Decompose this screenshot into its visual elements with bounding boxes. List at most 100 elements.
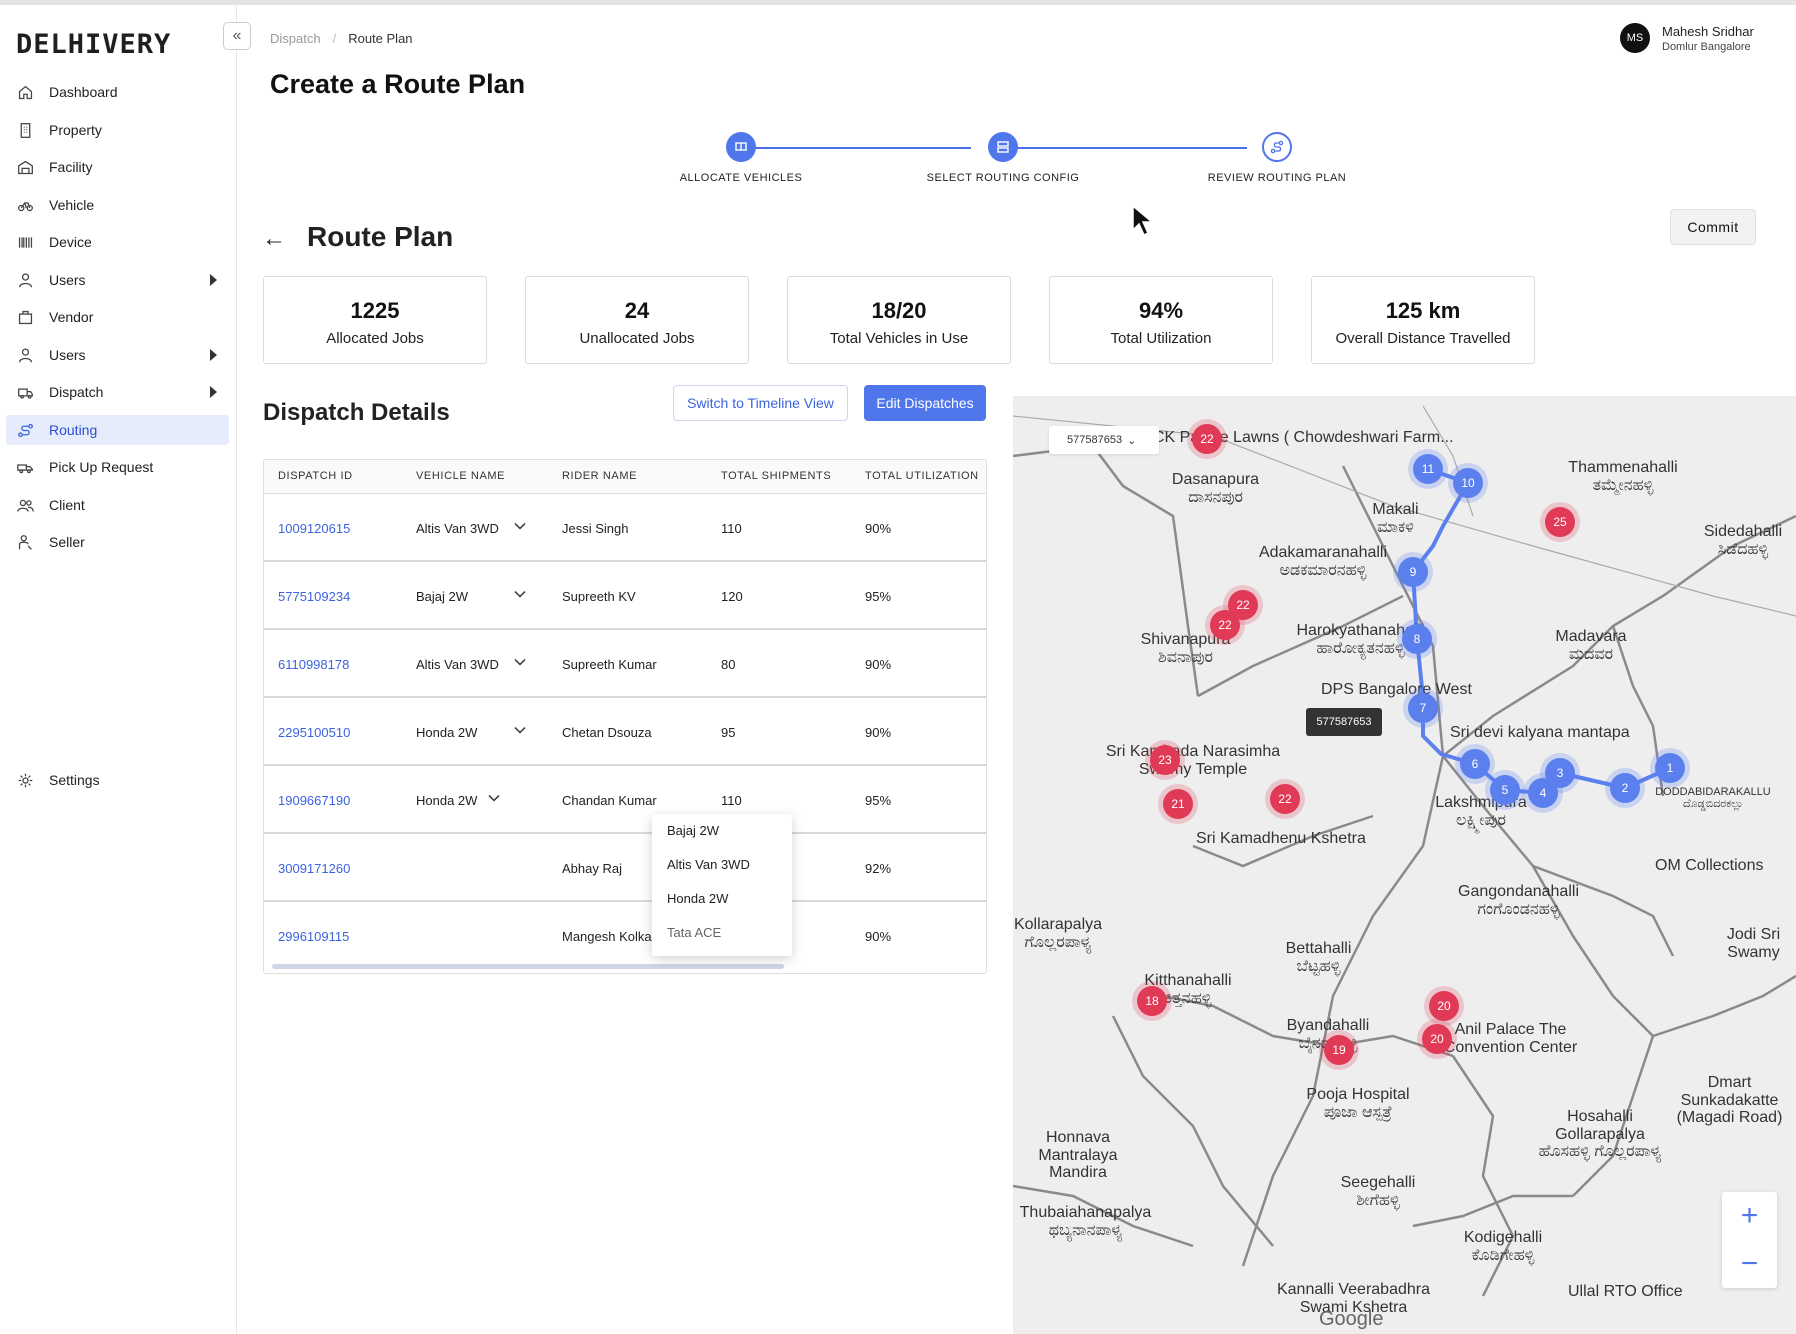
sidebar-item-users-2[interactable]: Users xyxy=(6,340,229,370)
collapse-sidebar-button[interactable]: « xyxy=(223,22,251,50)
step-select-routing-config[interactable]: SELECT ROUTING CONFIG xyxy=(903,132,1103,184)
step-allocate-vehicles[interactable]: ALLOCATE VEHICLES xyxy=(641,132,841,184)
cluster-marker[interactable]: 20 xyxy=(1429,991,1459,1021)
sidebar-item-label: Device xyxy=(49,234,92,250)
cluster-marker[interactable]: 19 xyxy=(1324,1035,1354,1065)
zoom-in-button[interactable]: + xyxy=(1722,1192,1777,1240)
table-row: 3009171260 Abhay Raj 120 92% xyxy=(264,834,986,902)
column-header[interactable]: TOTAL UTILIZATION xyxy=(865,470,979,482)
home-icon xyxy=(16,83,34,101)
seller-icon xyxy=(16,533,34,551)
cluster-marker[interactable]: 22 xyxy=(1192,424,1222,454)
dropdown-option[interactable]: Bajaj 2W xyxy=(652,814,792,848)
map-place-label: Makali ಮಾಕಳಿ xyxy=(1372,501,1419,536)
chevron-down-icon[interactable] xyxy=(514,656,526,668)
route-stop-marker[interactable]: 4 xyxy=(1528,778,1558,808)
sidebar-item-property[interactable]: Property xyxy=(6,115,229,145)
edit-dispatches-button[interactable]: Edit Dispatches xyxy=(864,385,986,421)
back-arrow-icon[interactable]: ← xyxy=(262,225,286,253)
route-map[interactable]: CK Palace Lawns ( Chowdeshwari Farm... D… xyxy=(1013,396,1796,1334)
route-stop-marker[interactable]: 11 xyxy=(1413,454,1443,484)
dropdown-option[interactable]: Honda 2W xyxy=(652,882,792,916)
chevron-down-icon[interactable] xyxy=(514,588,526,600)
map-place-label: Kollarapalya ಗೊಲ್ಲರಪಾಳ್ಯ xyxy=(1013,916,1103,951)
column-header[interactable]: RIDER NAME xyxy=(562,470,637,482)
map-place-label: OM Collections xyxy=(1655,857,1764,874)
zoom-out-button[interactable]: − xyxy=(1722,1240,1777,1288)
column-header[interactable]: TOTAL SHIPMENTS xyxy=(721,470,831,482)
sidebar-item-dispatch[interactable]: Dispatch xyxy=(6,377,229,407)
sidebar-item-device[interactable]: Device xyxy=(6,227,229,257)
map-place-label: Gangondanahalli ಗಂಗೊಂಡನಹಳ್ಳಿ xyxy=(1458,883,1579,918)
vehicle-filter-value: 577587653 xyxy=(1067,434,1123,446)
cluster-marker[interactable]: 23 xyxy=(1150,745,1180,775)
dispatch-id-link[interactable]: 2996109115 xyxy=(278,929,349,944)
sidebar-item-seller[interactable]: Seller xyxy=(6,527,229,557)
dropdown-option[interactable]: Altis Van 3WD xyxy=(652,848,792,882)
vehicle-filter-select[interactable]: 577587653 ⌄ xyxy=(1049,426,1159,454)
dispatch-id-link[interactable]: 3009171260 xyxy=(278,861,350,876)
vehicle-select[interactable]: Honda 2W xyxy=(416,725,477,740)
sidebar-item-label: Users xyxy=(49,272,86,288)
sidebar: DELHIVERY Dashboard Property Facility Ve… xyxy=(0,5,237,1334)
chevron-down-icon[interactable] xyxy=(514,520,526,532)
dispatch-id-link[interactable]: 5775109234 xyxy=(278,589,350,604)
sidebar-item-dashboard[interactable]: Dashboard xyxy=(6,77,229,107)
sidebar-item-pick-up-request[interactable]: Pick Up Request xyxy=(6,452,229,482)
sidebar-item-client[interactable]: Client xyxy=(6,490,229,520)
step-review-routing-plan[interactable]: REVIEW ROUTING PLAN xyxy=(1177,132,1377,184)
dispatch-id-link[interactable]: 1009120615 xyxy=(278,521,350,536)
truck-icon xyxy=(16,383,34,401)
stat-card-vehicles-in-use: 18/20 Total Vehicles in Use xyxy=(787,276,1011,364)
dispatch-id-link[interactable]: 6110998178 xyxy=(278,657,349,672)
route-stop-marker[interactable]: 1 xyxy=(1655,753,1685,783)
route-stop-marker[interactable]: 10 xyxy=(1453,468,1483,498)
switch-timeline-view-button[interactable]: Switch to Timeline View xyxy=(673,385,848,421)
route-stop-marker[interactable]: 8 xyxy=(1402,624,1432,654)
column-header[interactable]: VEHICLE NAME xyxy=(416,470,505,482)
breadcrumb-parent[interactable]: Dispatch xyxy=(270,31,321,46)
table-row: 1009120615 Altis Van 3WD Jessi Singh 110… xyxy=(264,494,986,562)
dispatch-id-link[interactable]: 2295100510 xyxy=(278,725,350,740)
stepper: ALLOCATE VEHICLES SELECT ROUTING CONFIG … xyxy=(238,127,1796,187)
vehicle-select[interactable]: Bajaj 2W xyxy=(416,589,468,604)
total-utilization: 92% xyxy=(865,861,892,876)
map-place-label: Hosahalli Gollarapalya ಹೊಸಹಳ್ಳಿ ಗೊಲ್ಲರಪಾ… xyxy=(1538,1108,1662,1161)
map-place-label: Anil Palace The Convention Center xyxy=(1443,1021,1578,1056)
vehicle-select[interactable]: Altis Van 3WD xyxy=(416,521,499,536)
cluster-marker[interactable]: 22 xyxy=(1210,610,1240,640)
sidebar-item-routing[interactable]: Routing xyxy=(6,415,229,445)
route-stop-marker[interactable]: 7 xyxy=(1408,693,1438,723)
cluster-marker[interactable]: 21 xyxy=(1163,789,1193,819)
sidebar-item-facility[interactable]: Facility xyxy=(6,152,229,182)
map-tooltip: 577587653 xyxy=(1306,708,1382,736)
sidebar-item-settings[interactable]: Settings xyxy=(6,765,229,795)
commit-button[interactable]: Commit xyxy=(1670,209,1756,245)
user-profile[interactable]: MS Mahesh Sridhar Domlur Bangalore xyxy=(1620,23,1754,53)
dropdown-option[interactable]: Tata ACE xyxy=(652,916,792,950)
sidebar-item-users[interactable]: Users xyxy=(6,265,229,295)
route-stop-marker[interactable]: 6 xyxy=(1460,749,1490,779)
stat-caption: Unallocated Jobs xyxy=(579,330,695,347)
sidebar-item-vendor[interactable]: Vendor xyxy=(6,302,229,332)
chevron-down-icon[interactable] xyxy=(514,724,526,736)
horizontal-scrollbar[interactable] xyxy=(272,964,784,969)
cluster-marker[interactable]: 25 xyxy=(1545,507,1575,537)
route-stop-marker[interactable]: 2 xyxy=(1610,773,1640,803)
cluster-marker[interactable]: 18 xyxy=(1137,986,1167,1016)
sidebar-item-vehicle[interactable]: Vehicle xyxy=(6,190,229,220)
map-place-label: Dmart Sunkadakatte (Magadi Road) xyxy=(1676,1074,1783,1127)
people-icon xyxy=(16,496,34,514)
dispatch-id-link[interactable]: 1909667190 xyxy=(278,793,350,808)
column-header[interactable]: DISPATCH ID xyxy=(278,470,353,482)
vehicle-select[interactable]: Honda 2W xyxy=(416,793,477,808)
cluster-marker[interactable]: 22 xyxy=(1270,784,1300,814)
stat-card-allocated-jobs: 1225 Allocated Jobs xyxy=(263,276,487,364)
stat-card-unallocated-jobs: 24 Unallocated Jobs xyxy=(525,276,749,364)
vehicle-select[interactable]: Altis Van 3WD xyxy=(416,657,499,672)
chevron-down-icon[interactable] xyxy=(488,792,500,804)
route-stop-marker[interactable]: 5 xyxy=(1490,775,1520,805)
stat-value: 1225 xyxy=(350,298,400,323)
route-stop-marker[interactable]: 9 xyxy=(1398,557,1428,587)
cluster-marker[interactable]: 20 xyxy=(1422,1024,1452,1054)
